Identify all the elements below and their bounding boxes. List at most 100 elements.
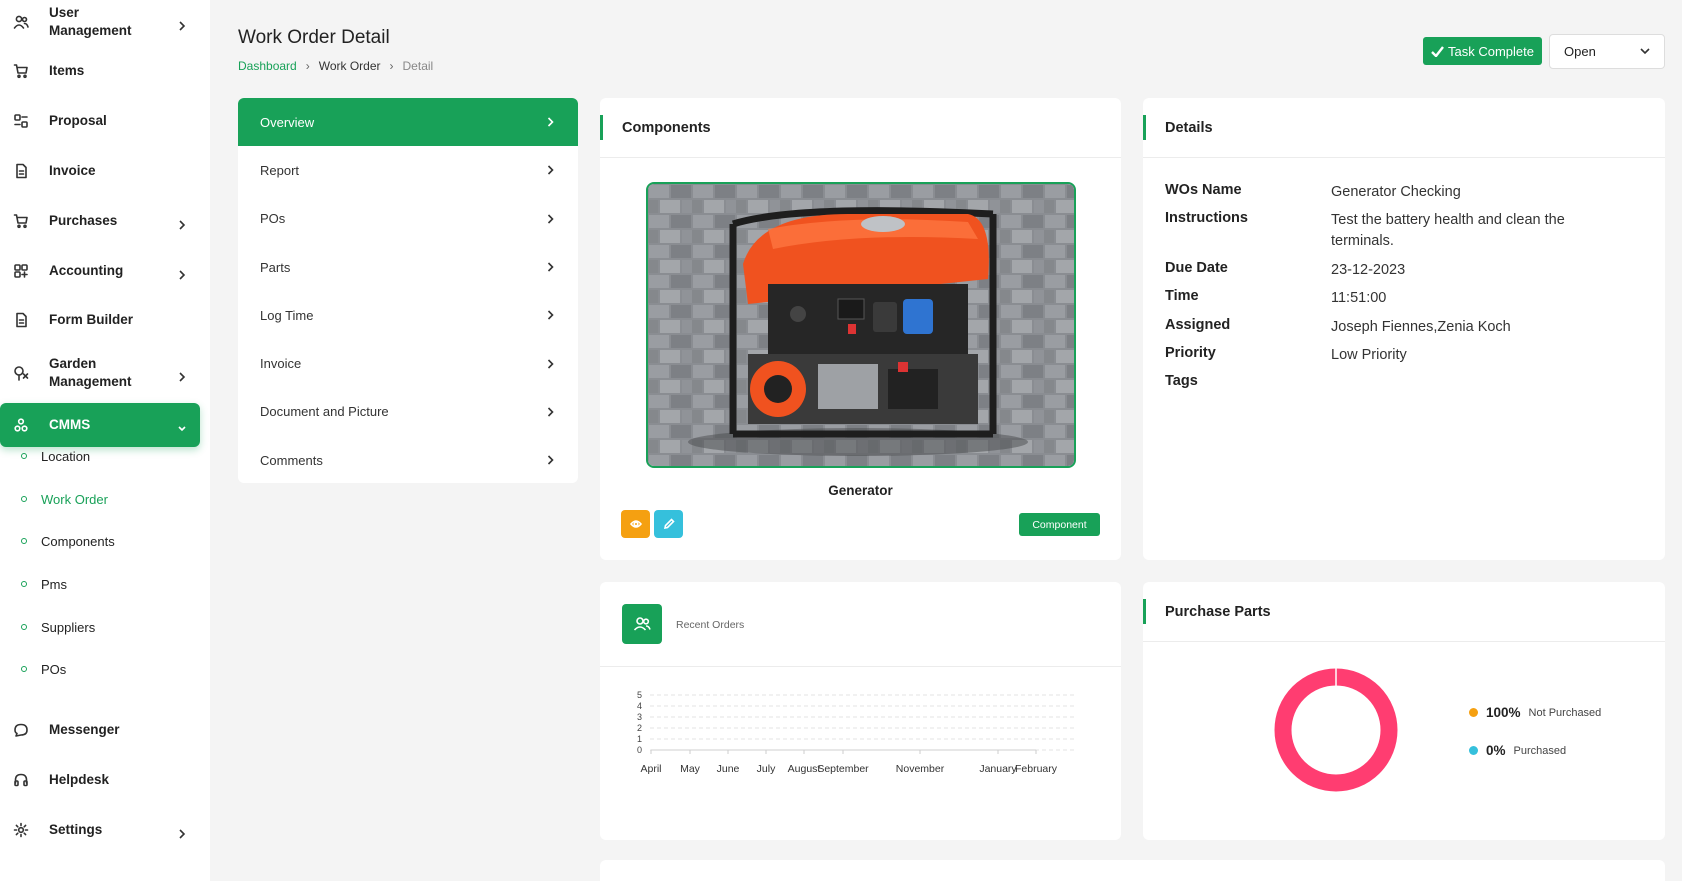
tab-label: Parts — [260, 259, 291, 275]
component-image — [646, 182, 1076, 468]
sidebar-subitem-work-order[interactable]: Work Order — [0, 484, 200, 514]
sidebar-item-label: Messenger — [49, 722, 120, 737]
x-tick-label: June — [717, 763, 740, 775]
purchase-parts-card: Purchase Parts 100% Not Purchased 0% Pur… — [1143, 582, 1665, 840]
breadcrumb-dashboard[interactable]: Dashboard — [238, 59, 297, 73]
tab-pos[interactable]: POs — [238, 195, 578, 243]
grid-icon — [6, 256, 36, 286]
sidebar-subitem-pos[interactable]: POs — [0, 654, 200, 684]
detail-key: Priority — [1165, 345, 1216, 361]
sidebar-subitem-pms[interactable]: Pms — [0, 569, 200, 599]
sidebar-subitem-location[interactable]: Location — [0, 441, 200, 471]
bullet-icon — [21, 496, 27, 502]
y-tick-label: 3 — [637, 712, 642, 722]
sidebar-item-proposal[interactable]: Proposal — [0, 99, 200, 143]
sidebar-subitem-label: Pms — [41, 576, 67, 592]
donut-slice-not-purchased — [1274, 668, 1398, 792]
sidebar-subitem-label: Components — [41, 533, 115, 549]
purchase-parts-header: Purchase Parts — [1143, 582, 1665, 642]
tab-label: Overview — [260, 114, 315, 130]
legend-not-purchased: 100% Not Purchased — [1469, 705, 1601, 720]
detail-row: Assigned Joseph Fiennes,Zenia Koch — [1165, 317, 1645, 338]
bullet-icon — [21, 666, 27, 672]
detail-value: Test the battery health and clean the te… — [1331, 212, 1565, 249]
breadcrumb-work-order[interactable]: Work Order — [319, 59, 381, 73]
tab-overview[interactable]: Overview — [238, 98, 578, 147]
sidebar-item-messenger[interactable]: Messenger — [0, 708, 200, 752]
breadcrumb-separator-icon: › — [305, 59, 310, 73]
detail-value: 23-12-2023 — [1331, 262, 1406, 278]
chevron-right-icon — [178, 18, 186, 31]
view-button[interactable] — [621, 510, 650, 538]
edit-button[interactable] — [654, 510, 683, 538]
details-title: Details — [1165, 119, 1213, 136]
sidebar-item-accounting[interactable]: Accounting — [0, 249, 200, 293]
sidebar: User Management Items Proposal Invoice Purch… — [0, 0, 210, 881]
sidebar-item-label: Settings — [49, 822, 103, 837]
recent-orders-chart: 012345 April May June July AugustSeptember Nov… — [637, 690, 1075, 775]
page-title: Work Order Detail — [238, 27, 390, 48]
users-icon — [622, 604, 662, 644]
bottom-card — [600, 860, 1665, 881]
status-select[interactable]: Open — [1549, 34, 1665, 69]
y-tick-label: 4 — [637, 701, 642, 711]
detail-key: Tags — [1165, 373, 1198, 389]
sidebar-item-label: Helpdesk — [49, 772, 110, 787]
sidebar-item-label: Accounting — [49, 263, 124, 278]
bullet-icon — [21, 453, 27, 459]
tab-invoice[interactable]: Invoice — [238, 339, 578, 387]
tab-log-time[interactable]: Log Time — [238, 291, 578, 339]
task-complete-label: Task Complete — [1448, 43, 1534, 59]
sidebar-subitem-label: POs — [41, 661, 67, 677]
detail-key: Due Date — [1165, 260, 1228, 276]
sidebar-subitem-suppliers[interactable]: Suppliers — [0, 612, 200, 642]
sidebar-item-form-builder[interactable]: Form Builder — [0, 298, 200, 342]
chevron-down-icon — [178, 421, 186, 432]
tab-report[interactable]: Report — [238, 146, 578, 194]
bullet-icon — [21, 581, 27, 587]
sidebar-item-label: Form Builder — [49, 312, 134, 327]
x-tick-label: August — [788, 763, 821, 775]
sidebar-item-label: User Management — [49, 5, 132, 38]
tab-label: POs — [260, 211, 286, 227]
chevron-right-icon — [547, 117, 554, 127]
tab-label: Invoice — [260, 356, 302, 372]
chevron-right-icon — [547, 165, 554, 176]
tab-parts[interactable]: Parts — [238, 243, 578, 291]
details-card-header: Details — [1143, 98, 1665, 158]
chevron-right-icon — [547, 214, 554, 224]
detail-row: Due Date 23-12-2023 — [1165, 260, 1645, 281]
sidebar-item-garden-management[interactable]: Garden Management — [0, 348, 200, 398]
legend-pct: 100% — [1486, 705, 1521, 720]
sidebar-item-user-management[interactable]: User Management — [0, 0, 200, 44]
eye-icon — [629, 520, 642, 528]
detail-value: Joseph Fiennes,Zenia Koch — [1331, 319, 1511, 335]
users-icon — [6, 7, 36, 37]
legend-purchased: 0% Purchased — [1469, 743, 1566, 758]
component-button[interactable]: Component — [1019, 513, 1100, 536]
tree-icon — [6, 358, 36, 388]
detail-row: Instructions Test the battery health and … — [1165, 210, 1645, 252]
sidebar-item-invoice[interactable]: Invoice — [0, 149, 200, 193]
detail-value: Low Priority — [1331, 347, 1407, 363]
tab-document-and-picture[interactable]: Document and Picture — [238, 388, 578, 436]
y-tick-label: 1 — [637, 734, 642, 744]
file-icon — [6, 156, 36, 186]
task-complete-button[interactable]: Task Complete — [1423, 37, 1542, 65]
sidebar-item-items[interactable]: Items — [0, 49, 200, 93]
chevron-right-icon — [178, 826, 186, 839]
cart-icon — [6, 206, 36, 236]
tab-comments[interactable]: Comments — [238, 436, 578, 483]
status-value: Open — [1564, 44, 1596, 59]
legend-text: Not Purchased — [1528, 706, 1602, 719]
sidebar-item-settings[interactable]: Settings — [0, 808, 200, 852]
detail-value: Generator Checking — [1331, 184, 1461, 200]
bullet-icon — [21, 538, 27, 544]
sidebar-subitem-components[interactable]: Components — [0, 526, 200, 556]
sidebar-item-label: Purchases — [49, 213, 118, 228]
y-tick-label: 2 — [637, 723, 642, 733]
sidebar-item-helpdesk[interactable]: Helpdesk — [0, 758, 200, 802]
sidebar-item-purchases[interactable]: Purchases — [0, 199, 200, 243]
chevron-right-icon — [547, 310, 554, 320]
legend-pct: 0% — [1486, 743, 1506, 758]
